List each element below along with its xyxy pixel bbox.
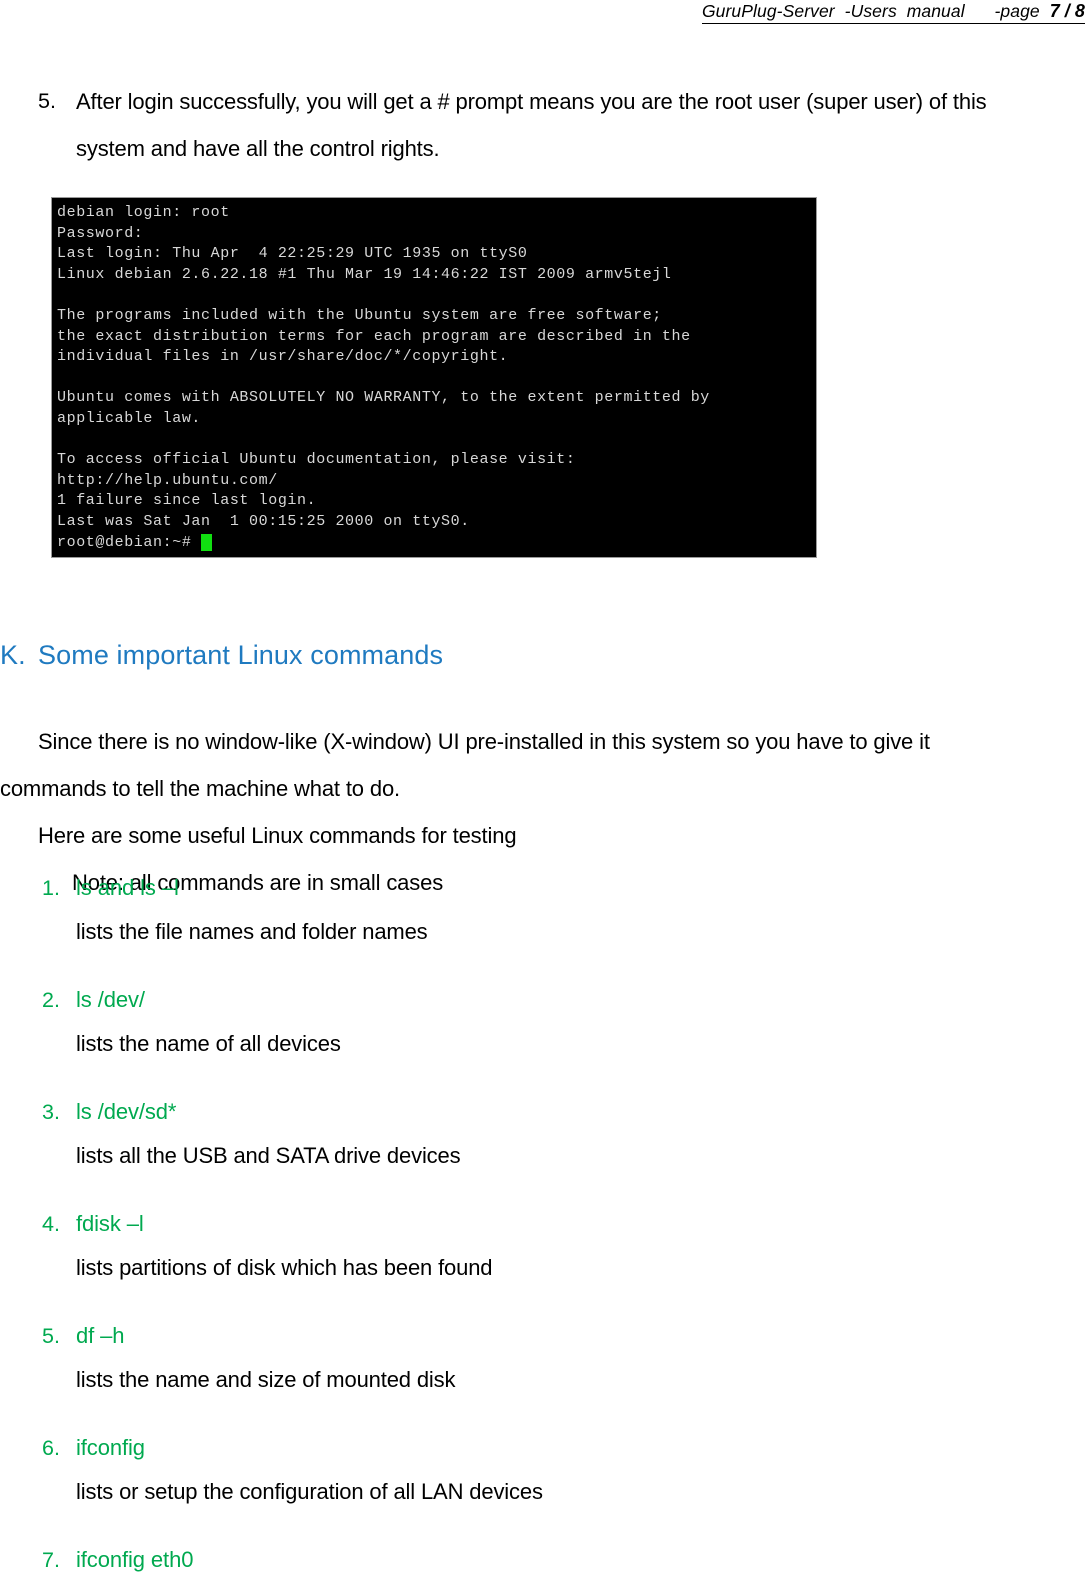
terminal-line: Last was Sat Jan 1 00:15:25 2000 on ttyS… xyxy=(57,512,470,530)
command-row: 4. fdisk –l xyxy=(0,1202,1010,1246)
command-item: 5. df –h lists the name and size of moun… xyxy=(0,1314,1010,1402)
command-number: 5. xyxy=(42,1324,60,1348)
terminal-cursor-block xyxy=(201,534,213,552)
command-description: lists partitions of disk which has been … xyxy=(76,1255,493,1280)
command-gap xyxy=(0,1290,1010,1314)
terminal-line: The programs included with the Ubuntu sy… xyxy=(57,306,662,324)
command-description: lists the file names and folder names xyxy=(76,919,428,944)
header-spacer xyxy=(965,1,995,21)
command-name: fdisk –l xyxy=(76,1211,144,1236)
command-description: lists the name and size of mounted disk xyxy=(76,1367,456,1392)
command-gap xyxy=(0,1514,1010,1538)
command-description: lists or setup the configuration of all … xyxy=(76,1479,543,1504)
step-block: 5. After login successfully, you will ge… xyxy=(38,78,1048,172)
command-description: lists the name of all devices xyxy=(76,1031,341,1056)
command-name: ls /dev/sd* xyxy=(76,1099,177,1124)
command-list: 1. ls and ls –l lists the file names and… xyxy=(0,866,1010,1582)
command-number: 7. xyxy=(42,1548,60,1572)
command-row: 7. ifconfig eth0 xyxy=(0,1538,1010,1582)
command-number: 2. xyxy=(42,988,60,1012)
command-item: 2. ls /dev/ lists the name of all device… xyxy=(0,978,1010,1066)
section-letter: K. xyxy=(0,640,26,670)
command-name: ifconfig xyxy=(76,1435,145,1460)
command-gap xyxy=(0,1178,1010,1202)
terminal-line: individual files in /usr/share/doc/*/cop… xyxy=(57,348,509,366)
terminal-line: debian login: root xyxy=(57,204,230,221)
section-heading: K. Some important Linux commands xyxy=(0,640,1040,671)
terminal-line: applicable law. xyxy=(57,409,202,427)
terminal-line: Ubuntu comes with ABSOLUTELY NO WARRANTY… xyxy=(57,389,710,407)
command-gap xyxy=(0,954,1010,978)
terminal-line: Password: xyxy=(57,224,144,242)
command-item: 4. fdisk –l lists partitions of disk whi… xyxy=(0,1202,1010,1290)
terminal-line: 1 failure since last login. xyxy=(57,492,317,510)
command-row: 6. ifconfig xyxy=(0,1426,1010,1470)
command-number: 3. xyxy=(42,1100,60,1124)
command-number: 6. xyxy=(42,1436,60,1460)
command-number: 4. xyxy=(42,1212,60,1236)
command-name: ls /dev/ xyxy=(76,987,145,1012)
command-row: 3. ls /dev/sd* xyxy=(0,1090,1010,1134)
command-item: 3. ls /dev/sd* lists all the USB and SAT… xyxy=(0,1090,1010,1178)
page-header: GuruPlug-Server -Users manual -page 7 / … xyxy=(0,0,1089,36)
header-page-total: 8 xyxy=(1074,1,1085,21)
step-row: 5. After login successfully, you will ge… xyxy=(38,78,1048,172)
command-item: 6. ifconfig lists or setup the configura… xyxy=(0,1426,1010,1514)
intro-paragraph-1: Since there is no window-like (X-window)… xyxy=(0,729,930,801)
terminal-line: http://help.ubuntu.com/ xyxy=(57,471,278,489)
command-name: ifconfig eth0 xyxy=(76,1547,194,1572)
command-gap xyxy=(0,1402,1010,1426)
command-item: 7. ifconfig eth0 xyxy=(0,1538,1010,1582)
command-description: lists all the USB and SATA drive devices xyxy=(76,1143,461,1168)
step-text: After login successfully, you will get a… xyxy=(76,89,987,161)
terminal-line: Last login: Thu Apr 4 22:25:29 UTC 1935 … xyxy=(57,245,528,263)
command-row: 2. ls /dev/ xyxy=(0,978,1010,1022)
section-title: Some important Linux commands xyxy=(38,640,444,670)
terminal-line: the exact distribution terms for each pr… xyxy=(57,327,691,345)
header-page-current: 7 xyxy=(1049,1,1060,21)
terminal-output: debian login: root Password: Last login:… xyxy=(52,198,816,553)
command-name: ls and ls –l xyxy=(76,875,179,900)
intro-paragraph-2: Here are some useful Linux commands for … xyxy=(38,823,517,848)
command-row: 1. ls and ls –l xyxy=(0,866,1010,910)
terminal-line: To access official Ubuntu documentation,… xyxy=(57,451,576,469)
terminal-prompt-line: root@debian:~# xyxy=(57,533,816,554)
step-number: 5. xyxy=(38,89,56,113)
command-gap xyxy=(0,1066,1010,1090)
header-page-label: -page xyxy=(994,1,1040,21)
command-number: 1. xyxy=(42,876,60,900)
command-name: df –h xyxy=(76,1323,125,1348)
terminal-screenshot-figure: debian login: root Password: Last login:… xyxy=(51,197,817,558)
command-item: 1. ls and ls –l lists the file names and… xyxy=(0,866,1010,954)
command-row: 5. df –h xyxy=(0,1314,1010,1358)
terminal-line: Linux debian 2.6.22.18 #1 Thu Mar 19 14:… xyxy=(57,265,672,283)
header-manual-title: GuruPlug-Server -Users manual xyxy=(701,1,965,21)
terminal-prompt: root@debian:~# xyxy=(57,533,192,551)
header-running-title: GuruPlug-Server -Users manual -page 7 / … xyxy=(701,0,1085,24)
header-space2 xyxy=(1040,1,1050,21)
